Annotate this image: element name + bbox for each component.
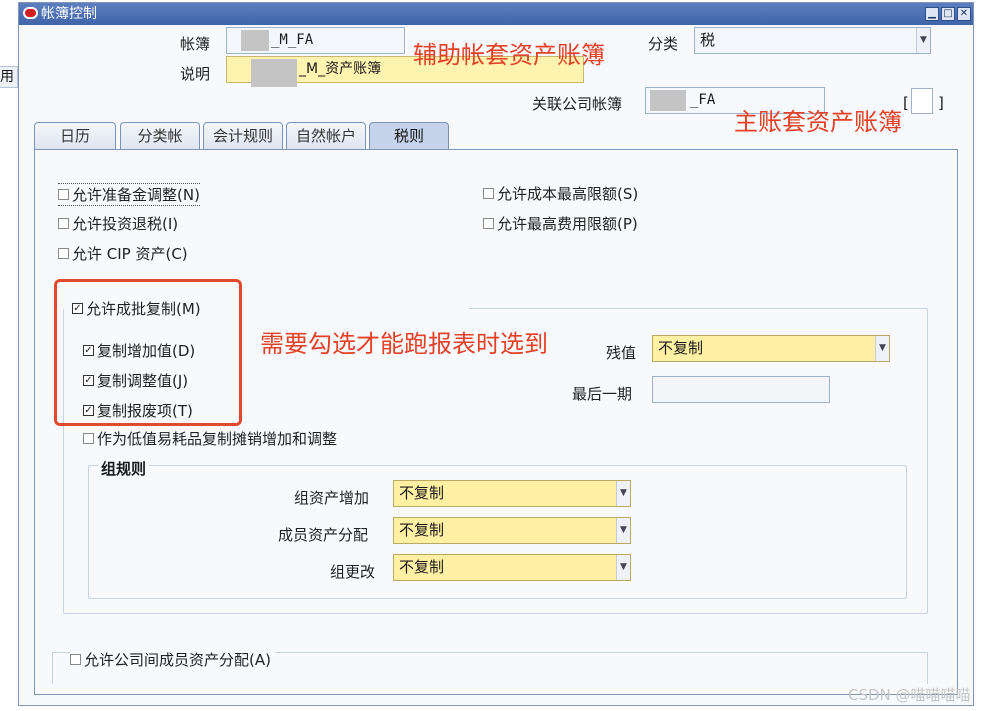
tab-calendar[interactable]: 日历 <box>34 122 116 149</box>
allow-intercompany-label: 允许公司间成员资产分配(A) <box>84 651 271 669</box>
chevron-down-icon[interactable]: ▼ <box>616 481 630 506</box>
tab-tax-rules-label: 税则 <box>393 127 424 145</box>
group-rules-title: 组规则 <box>98 458 150 479</box>
oracle-logo-icon <box>23 7 38 19</box>
group-change-label: 组更改 <box>330 563 376 581</box>
allow-expense-ceiling-label: 允许最高费用限额(P) <box>497 215 638 233</box>
book-field-value: _M_FA <box>271 32 314 48</box>
background-app-fragment: 用 <box>0 66 18 88</box>
salvage-select[interactable]: 不复制 ▼ <box>652 335 890 362</box>
watermark: CSDN @喵喵喵喵 <box>848 686 971 704</box>
allow-invest-refund-label: 允许投资退税(I) <box>72 215 179 233</box>
member-alloc-label: 成员资产分配 <box>278 526 369 544</box>
allow-expense-ceiling-checkbox[interactable]: 允许最高费用限额(P) <box>483 213 638 234</box>
chevron-down-icon[interactable]: ▼ <box>916 28 930 53</box>
allow-reserve-adjust-checkbox[interactable]: 允许准备金调整(N) <box>58 183 200 206</box>
salvage-label: 残值 <box>606 344 637 362</box>
book-field-mask <box>241 30 269 51</box>
chevron-down-icon[interactable]: ▼ <box>875 336 889 361</box>
description-field-mask <box>251 59 297 87</box>
checkbox-box <box>483 188 494 199</box>
checkbox-box <box>58 189 69 200</box>
group-add-label: 组资产增加 <box>294 489 370 507</box>
book-label: 帐簿 <box>180 35 211 53</box>
category-select[interactable]: 税 ▼ <box>694 27 931 54</box>
checkbox-box <box>483 218 494 229</box>
checkbox-box <box>83 433 94 444</box>
background-app-text: 用 <box>0 69 14 85</box>
salvage-value: 不复制 <box>658 339 704 357</box>
tab-ledger[interactable]: 分类帐 <box>120 122 200 149</box>
last-period-field[interactable] <box>652 376 830 403</box>
group-change-select[interactable]: 不复制 ▼ <box>393 554 631 581</box>
main-book-annotation: 主账套资产账簿 <box>734 108 902 136</box>
description-field-value: _M_资产账簿 <box>299 61 382 77</box>
checkbox-box <box>58 248 69 259</box>
member-alloc-value: 不复制 <box>399 521 445 539</box>
allow-cip-checkbox[interactable]: 允许 CIP 资产(C) <box>58 243 188 264</box>
need-check-annotation: 需要勾选才能跑报表时选到 <box>260 330 548 358</box>
tab-ledger-label: 分类帐 <box>137 127 183 145</box>
aux-book-annotation: 辅助帐套资产账簿 <box>413 41 605 69</box>
maximize-icon[interactable]: □ <box>941 7 955 21</box>
corp-book-toggle[interactable] <box>911 88 933 114</box>
allow-cost-ceiling-checkbox[interactable]: 允许成本最高限额(S) <box>483 183 638 204</box>
allow-reserve-adjust-label: 允许准备金调整(N) <box>72 186 200 204</box>
tab-accounting-rules[interactable]: 会计规则 <box>203 122 283 149</box>
tab-tax-rules[interactable]: 税则 <box>369 122 449 150</box>
allow-cost-ceiling-label: 允许成本最高限额(S) <box>497 185 639 203</box>
close-icon[interactable]: ✕ <box>957 7 971 21</box>
tab-natural-accounts[interactable]: 自然帐户 <box>286 122 366 149</box>
copy-low-value-label: 作为低值易耗品复制摊销增加和调整 <box>97 430 338 448</box>
chevron-down-icon[interactable]: ▼ <box>616 555 630 580</box>
allow-invest-refund-checkbox[interactable]: 允许投资退税(I) <box>58 213 178 234</box>
group-add-value: 不复制 <box>399 484 445 502</box>
title-bar[interactable]: 帐簿控制 ▁ □ ✕ <box>19 3 973 25</box>
tab-calendar-label: 日历 <box>59 127 90 145</box>
tab-natural-accounts-label: 自然帐户 <box>295 127 356 145</box>
corp-book-field-value: _FA <box>690 92 716 108</box>
chevron-down-icon[interactable]: ▼ <box>616 518 630 543</box>
member-alloc-select[interactable]: 不复制 ▼ <box>393 517 631 544</box>
group-change-value: 不复制 <box>399 558 445 576</box>
checkbox-box <box>58 218 69 229</box>
book-field[interactable]: _M_FA <box>226 27 405 54</box>
window-title: 帐簿控制 <box>41 6 97 22</box>
minimize-icon[interactable]: ▁ <box>925 7 939 21</box>
highlight-box <box>54 279 242 426</box>
last-period-label: 最后一期 <box>572 385 633 403</box>
description-label: 说明 <box>180 65 211 83</box>
bracket-open: [ <box>903 94 909 112</box>
group-add-select[interactable]: 不复制 ▼ <box>393 480 631 507</box>
corp-book-field-mask <box>650 90 686 111</box>
tab-accounting-rules-label: 会计规则 <box>212 127 273 145</box>
checkbox-box <box>70 654 81 665</box>
category-value: 税 <box>700 31 716 49</box>
copy-low-value-checkbox[interactable]: 作为低值易耗品复制摊销增加和调整 <box>83 428 337 449</box>
category-label: 分类 <box>648 35 679 53</box>
allow-cip-label: 允许 CIP 资产(C) <box>72 245 188 263</box>
allow-intercompany-checkbox[interactable]: 允许公司间成员资产分配(A) <box>70 649 275 670</box>
bracket-close: ] <box>938 94 944 112</box>
corp-book-label: 关联公司帐簿 <box>532 95 623 113</box>
